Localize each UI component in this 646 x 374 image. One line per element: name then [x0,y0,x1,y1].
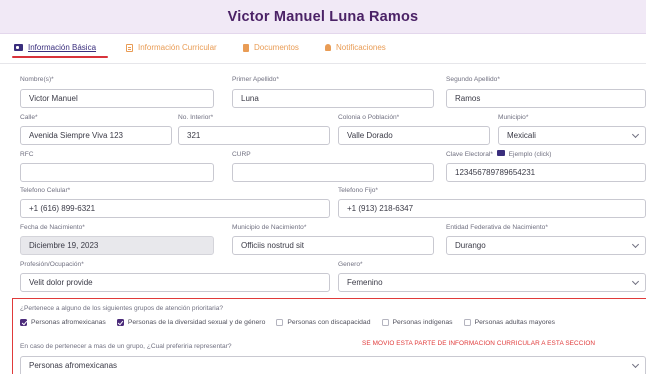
clave-electoral-input[interactable]: 123456789789654231 [446,163,646,182]
priority-options: Personas afromexicanas Personas de la di… [20,319,566,326]
checkbox-unchecked[interactable] [463,319,471,326]
telefono-celular-label: Telefono Celular* [20,187,71,194]
option-label: Personas de la diversidad sexual y de gé… [127,319,266,326]
municipio-select[interactable]: Mexicali [498,126,646,145]
bell-icon [325,44,331,51]
clave-electoral-label-row: Clave Electoral* Ejemplo (click) [446,150,552,158]
chevron-down-icon [631,277,640,286]
chevron-down-icon [631,240,640,249]
nombres-label: Nombre(s)* [20,76,54,83]
segundo-apellido-label: Segundo Apellido* [446,76,500,83]
rfc-label: RFC [20,151,34,158]
genero-label: Genero* [338,261,363,268]
document-icon [126,43,133,52]
tab-label: Información Curricular [138,43,217,52]
checkbox-unchecked[interactable] [381,319,389,326]
fecha-nacimiento-input: Diciembre 19, 2023 [20,236,214,255]
tab-label: Documentos [254,43,299,52]
municipio-value: Mexicali [507,131,536,140]
chevron-down-icon [631,360,640,369]
no-interior-label: No. Interior* [178,114,214,121]
checkbox-checked[interactable] [20,319,27,326]
genero-value: Femenino [347,278,383,287]
profesion-label: Profesión/Ocupación* [20,261,84,268]
entidad-nacimiento-label: Entidad Federativa de Nacimiento* [446,224,548,231]
tab-documentos[interactable]: Documentos [243,43,299,52]
curp-label: CURP [232,151,251,158]
option-label: Personas con discapacidad [287,319,371,326]
segundo-apellido-input[interactable]: Ramos [446,89,646,108]
option-label: Personas adultas mayores [474,319,556,326]
entidad-nacimiento-value: Durango [455,241,486,250]
active-tab-underline [12,56,108,58]
calle-label: Calle* [20,114,38,121]
no-interior-input[interactable]: 321 [178,126,330,145]
page-title: Victor Manuel Luna Ramos [227,8,419,25]
represent-select[interactable]: Personas afromexicanas [20,356,646,374]
priority-question: ¿Pertenece a alguno de los siguientes gr… [20,305,224,312]
primer-apellido-input[interactable]: Luna [232,89,434,108]
option-discapacidad[interactable]: Personas con discapacidad [276,319,371,326]
profesion-input[interactable]: Velit dolor provide [20,273,330,292]
tab-informacion-basica[interactable]: Información Básica [14,43,96,52]
telefono-fijo-input[interactable]: +1 (913) 218-6347 [338,199,646,218]
represent-value: Personas afromexicanas [29,361,118,370]
tab-notificaciones[interactable]: Notificaciones [325,43,386,52]
warning-note: SE MOVIO ESTA PARTE DE INFORMACION CURRI… [362,340,596,347]
option-diversidad-sexual[interactable]: Personas de la diversidad sexual y de gé… [116,319,266,326]
clave-ejemplo-link[interactable]: Ejemplo (click) [509,151,552,158]
checkbox-checked[interactable] [116,319,124,326]
option-adultas-mayores[interactable]: Personas adultas mayores [463,319,556,326]
checkbox-unchecked[interactable] [276,319,284,326]
tab-informacion-curricular[interactable]: Información Curricular [126,43,217,52]
municipio-label: Municipio* [498,114,529,121]
rfc-input[interactable] [20,163,214,182]
option-indigenas[interactable]: Personas indígenas [381,319,453,326]
primer-apellido-label: Primer Apellido* [232,76,279,83]
telefono-fijo-label: Telefono Fijo* [338,187,378,194]
calle-input[interactable]: Avenida Siempre Viva 123 [20,126,172,145]
tab-label: Notificaciones [336,43,386,52]
fecha-nacimiento-label: Fecha de Nacimiento* [20,224,85,231]
clave-electoral-label: Clave Electoral* [446,151,493,158]
colonia-label: Colonia o Población* [338,114,400,121]
option-label: Personas indígenas [392,319,453,326]
telefono-celular-input[interactable]: +1 (616) 899-6321 [20,199,330,218]
colonia-input[interactable]: Valle Dorado [338,126,490,145]
nombres-input[interactable]: Victor Manuel [20,89,214,108]
chevron-down-icon [631,130,640,139]
id-card-icon [14,44,23,51]
municipio-nacimiento-input[interactable]: Officiis nostrud sit [232,236,434,255]
entidad-nacimiento-select[interactable]: Durango [446,236,646,255]
municipio-nacimiento-label: Municipio de Nacimiento* [232,224,307,231]
option-label: Personas afromexicanas [31,319,106,326]
tab-bar: Información Básica Información Curricula… [0,34,646,64]
tab-label: Información Básica [28,43,97,52]
file-icon [243,43,249,52]
option-afromexicanas[interactable]: Personas afromexicanas [20,319,106,326]
profile-header: Victor Manuel Luna Ramos [0,0,646,34]
genero-select[interactable]: Femenino [338,273,646,292]
id-card-icon [496,150,505,157]
represent-question: En caso de pertenecer a mas de un grupo,… [20,343,232,350]
curp-input[interactable] [232,163,434,182]
